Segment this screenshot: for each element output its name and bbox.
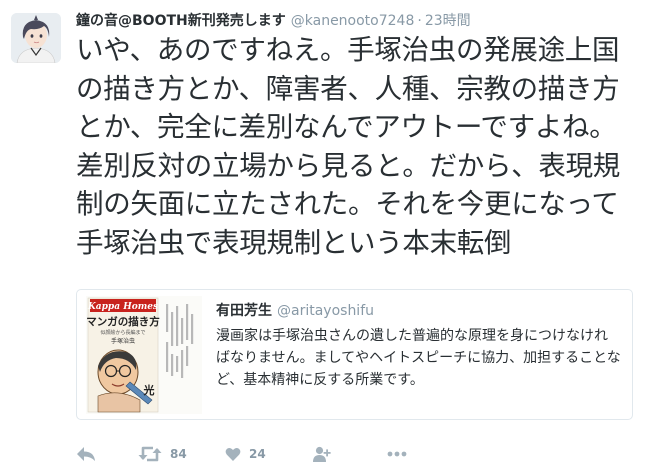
book-series-label: Kappa Homes bbox=[87, 302, 158, 312]
more-icon bbox=[387, 451, 407, 457]
timestamp-link[interactable]: 23時間 bbox=[425, 13, 471, 29]
more-options-button[interactable] bbox=[387, 441, 407, 467]
avatar-image bbox=[11, 13, 61, 63]
book-cover-image: Kappa Homes マンガの描き方 似顔絵から長編まで 手塚治虫 光 bbox=[86, 296, 202, 414]
quoted-tweet-card[interactable]: Kappa Homes マンガの描き方 似顔絵から長編まで 手塚治虫 光 有田芳… bbox=[76, 289, 633, 420]
quoted-author: 有田芳生 @aritayoshifu bbox=[216, 301, 374, 321]
like-count: 24 bbox=[249, 447, 266, 461]
reply-button[interactable] bbox=[76, 441, 96, 467]
retweet-count: 84 bbox=[170, 447, 187, 461]
tweet-text: いや、あのですねえ。手塚治虫の発展途上国の描き方とか、障害者、人種、宗教の描き方… bbox=[76, 34, 620, 259]
reply-icon bbox=[77, 447, 95, 461]
like-button[interactable]: 24 bbox=[225, 441, 266, 467]
quoted-username-handle[interactable]: @aritayoshifu bbox=[277, 303, 374, 319]
username-handle[interactable]: @kanenooto7248 bbox=[291, 13, 415, 29]
follow-icon bbox=[313, 446, 331, 462]
follow-button[interactable] bbox=[313, 441, 331, 467]
quoted-media-book-cover[interactable]: Kappa Homes マンガの描き方 似顔絵から長編まで 手塚治虫 光 bbox=[86, 296, 202, 414]
quoted-display-name[interactable]: 有田芳生 bbox=[216, 303, 272, 319]
book-subtitle: 似顔絵から長編まで bbox=[100, 329, 145, 336]
book-publisher-mark: 光 bbox=[143, 383, 155, 397]
display-name[interactable]: 鐘の音@BOOTH新刊発売します bbox=[76, 13, 286, 29]
avatar[interactable] bbox=[11, 13, 61, 63]
tweet-header: 鐘の音@BOOTH新刊発売します @kanenooto7248 · 23時間 bbox=[76, 10, 471, 32]
retweet-icon bbox=[138, 446, 162, 462]
heart-icon bbox=[225, 447, 241, 461]
tweet[interactable]: 鐘の音@BOOTH新刊発売します @kanenooto7248 · 23時間 いや、あ… bbox=[0, 0, 646, 475]
book-title: マンガの描き方 bbox=[86, 315, 160, 328]
separator-dot: · bbox=[417, 13, 422, 29]
book-author: 手塚治虫 bbox=[111, 337, 135, 345]
retweet-button[interactable]: 84 bbox=[138, 441, 187, 467]
quoted-tweet-text: 漫画家は手塚治虫さんの遺した普遍的な原理を身につけなければなりません。ましてやヘ… bbox=[216, 328, 621, 388]
